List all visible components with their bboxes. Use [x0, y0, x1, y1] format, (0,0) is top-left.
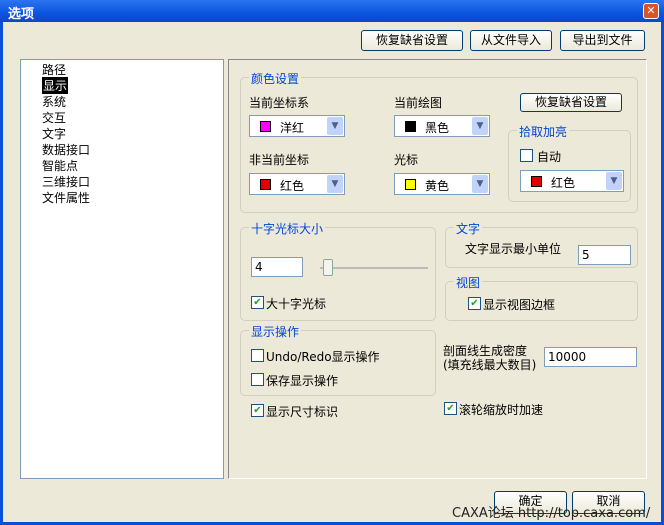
chevron-down-icon: ▼	[327, 175, 343, 193]
show-dimension-checkbox[interactable]: ✔	[251, 404, 264, 417]
chevron-down-icon: ▼	[606, 172, 622, 190]
cursor-color-select[interactable]: 黄色 ▼	[394, 173, 490, 195]
label: 自动	[537, 150, 562, 164]
hatch-density-input[interactable]: 10000	[544, 347, 637, 367]
group-label: 十字光标大小	[249, 220, 326, 237]
label: 文字显示最小单位	[465, 242, 562, 256]
tree-item-3d-interface[interactable]: 三维接口	[42, 173, 90, 190]
label: 保存显示操作	[266, 374, 339, 388]
auto-checkbox[interactable]	[520, 149, 533, 162]
save-display-ops-checkbox[interactable]	[251, 373, 264, 386]
import-from-file-button[interactable]: 从文件导入	[470, 30, 552, 51]
group-label: 视图	[454, 274, 483, 291]
color-settings-group: 颜色设置 当前坐标系 洋红 ▼ 当前绘图 黑色 ▼ 非当前坐标 红色 ▼ 光标 黄色 ▼…	[240, 70, 638, 213]
dialog-client: 恢复缺省设置 从文件导入 导出到文件 路径 显示 系统 交互 文字 数据接口 智…	[3, 22, 661, 522]
value: 红色	[551, 176, 576, 190]
color-swatch	[260, 179, 271, 190]
tree-item-data-interface[interactable]: 数据接口	[42, 141, 90, 158]
category-tree: 路径 显示 系统 交互 文字 数据接口 智能点 三维接口 文件属性	[20, 59, 224, 479]
text-group: 文字 文字显示最小单位 5	[445, 220, 638, 268]
tree-item-smart-point[interactable]: 智能点	[42, 157, 78, 174]
group-label: 显示操作	[249, 323, 302, 340]
label: 显示尺寸标识	[266, 405, 339, 419]
undo-redo-checkbox[interactable]	[251, 349, 264, 362]
crosshair-slider-thumb[interactable]	[323, 259, 333, 276]
value: 红色	[280, 179, 305, 193]
text-min-unit-input[interactable]: 5	[578, 245, 631, 265]
window-title: 选项	[8, 7, 35, 22]
label: 显示视图边框	[483, 298, 556, 312]
tree-item-system[interactable]: 系统	[42, 93, 66, 110]
watermark: CAXA论坛 http://top.caxa.com/	[452, 506, 651, 521]
crosshair-size-input[interactable]: 4	[251, 257, 303, 277]
label: 非当前坐标	[249, 153, 310, 167]
show-view-border-checkbox[interactable]: ✔	[468, 297, 481, 310]
group-label: 文字	[454, 220, 483, 237]
group-label: 拾取加亮	[517, 123, 570, 140]
large-crosshair-checkbox[interactable]: ✔	[251, 296, 264, 309]
display-ops-group: 显示操作 Undo/Redo显示操作 保存显示操作	[240, 323, 436, 396]
color-swatch	[405, 121, 416, 132]
hatch-density-label: 剖面线生成密度	[443, 344, 528, 358]
chevron-down-icon: ▼	[472, 117, 488, 135]
crosshair-slider-track[interactable]	[320, 267, 428, 269]
crosshair-size-group: 十字光标大小 4 ✔ 大十字光标	[240, 220, 436, 321]
settings-panel: 颜色设置 当前坐标系 洋红 ▼ 当前绘图 黑色 ▼ 非当前坐标 红色 ▼ 光标 黄色 ▼…	[228, 59, 647, 479]
label: 大十字光标	[266, 297, 327, 311]
label: 当前绘图	[394, 96, 443, 110]
value: 洋红	[280, 121, 305, 135]
tree-item-file-properties[interactable]: 文件属性	[42, 189, 90, 206]
label: 滚轮缩放时加速	[459, 403, 544, 417]
label: 光标	[394, 153, 419, 167]
hatch-density-sublabel: (填充线最大数目)	[443, 358, 537, 372]
pick-highlight-group: 拾取加亮 自动 红色 ▼	[508, 123, 631, 202]
view-group: 视图 ✔ 显示视图边框	[445, 274, 638, 321]
options-dialog: 选项 ✕ 恢复缺省设置 从文件导入 导出到文件 路径 显示 系统 交互 文字 数…	[0, 0, 664, 525]
close-icon[interactable]: ✕	[643, 3, 659, 19]
chevron-down-icon: ▼	[472, 175, 488, 193]
export-to-file-button[interactable]: 导出到文件	[560, 30, 645, 51]
title-bar: 选项 ✕	[0, 0, 664, 22]
wheel-zoom-accelerate-checkbox[interactable]: ✔	[444, 402, 457, 415]
tree-item-display[interactable]: 显示	[42, 77, 69, 94]
tree-item-interaction[interactable]: 交互	[42, 109, 66, 126]
value: 黑色	[425, 121, 450, 135]
color-swatch	[531, 176, 542, 187]
color-swatch	[260, 121, 271, 132]
label: 当前坐标系	[249, 96, 310, 110]
noncurrent-coord-color-select[interactable]: 红色 ▼	[249, 173, 345, 195]
current-coord-color-select[interactable]: 洋红 ▼	[249, 115, 345, 137]
pick-color-select[interactable]: 红色 ▼	[520, 170, 624, 192]
color-restore-defaults-button[interactable]: 恢复缺省设置	[520, 93, 622, 112]
tree-item-path[interactable]: 路径	[42, 61, 66, 78]
restore-defaults-button[interactable]: 恢复缺省设置	[361, 30, 463, 51]
value: 黄色	[425, 179, 450, 193]
current-draw-color-select[interactable]: 黑色 ▼	[394, 115, 490, 137]
color-swatch	[405, 179, 416, 190]
group-label: 颜色设置	[249, 70, 302, 87]
label: Undo/Redo显示操作	[266, 350, 380, 364]
tree-item-text[interactable]: 文字	[42, 125, 66, 142]
chevron-down-icon: ▼	[327, 117, 343, 135]
